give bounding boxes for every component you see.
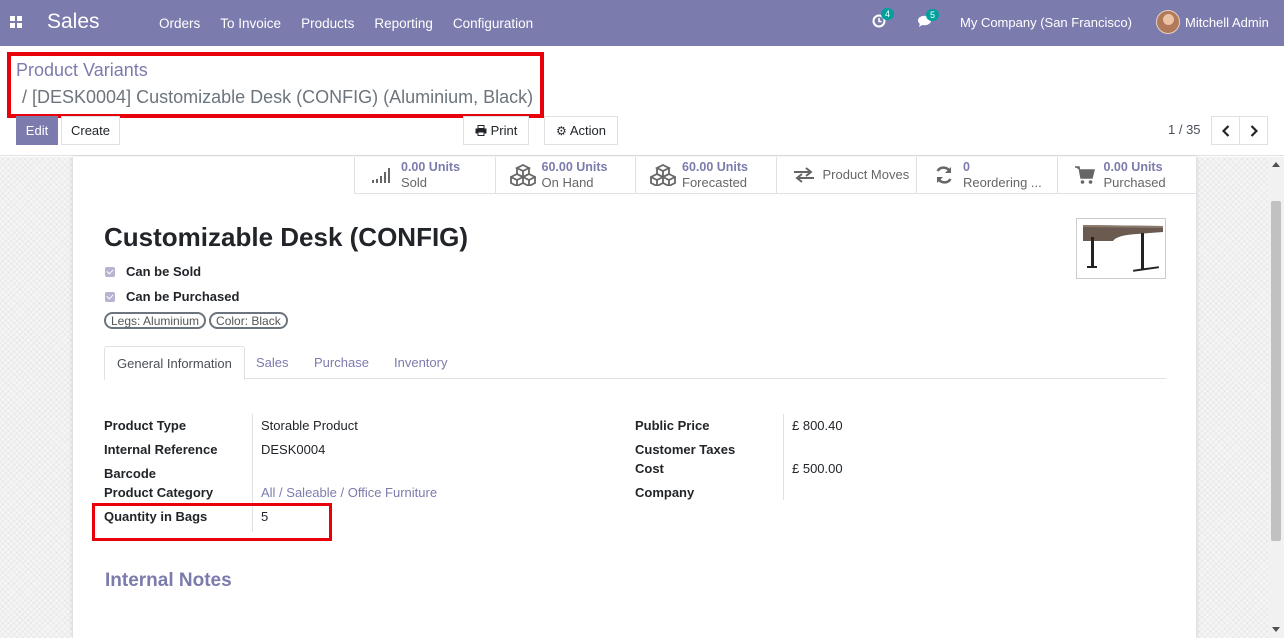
can-be-sold-checkbox[interactable] bbox=[105, 266, 115, 277]
shopping-cart-icon bbox=[1072, 164, 1098, 186]
menu-to-invoice[interactable]: To Invoice bbox=[210, 16, 291, 31]
smart-button-sold[interactable]: 0.00 Units Sold bbox=[354, 157, 495, 194]
purchased-value: 0.00 Units bbox=[1103, 160, 1163, 174]
tab-sales[interactable]: Sales bbox=[256, 346, 289, 379]
print-button[interactable]: Print bbox=[463, 116, 529, 145]
action-button[interactable]: ⚙ Action bbox=[544, 116, 618, 145]
reordering-label: Reordering ... bbox=[963, 175, 1042, 190]
cubes-icon bbox=[509, 164, 536, 186]
messages-count-badge: 5 bbox=[926, 9, 940, 21]
app-name[interactable]: Sales bbox=[47, 10, 100, 34]
product-moves-label: Product Moves bbox=[822, 167, 910, 182]
notebook-tabs: General Information Sales Purchase Inven… bbox=[104, 346, 1166, 380]
cost-label: Cost bbox=[635, 461, 664, 476]
create-button[interactable]: Create bbox=[61, 116, 120, 145]
top-navbar: Sales Orders To Invoice Products Reporti… bbox=[0, 0, 1284, 46]
scroll-thumb[interactable] bbox=[1271, 201, 1281, 541]
internal-notes-title: Internal Notes bbox=[105, 570, 232, 591]
product-image[interactable] bbox=[1076, 218, 1166, 279]
public-price-label: Public Price bbox=[635, 418, 710, 433]
chevron-right-icon bbox=[1250, 124, 1258, 137]
quantity-highlight-box bbox=[92, 503, 332, 541]
smart-button-reordering[interactable]: 0 Reordering ... bbox=[916, 157, 1057, 194]
smart-button-product-moves[interactable]: Product Moves bbox=[775, 157, 917, 194]
company-switcher[interactable]: My Company (San Francisco) bbox=[960, 15, 1132, 30]
customer-taxes-label: Customer Taxes bbox=[635, 442, 736, 457]
cost-value[interactable]: £ 500.00 bbox=[792, 461, 843, 476]
sold-label: Sold bbox=[401, 175, 428, 190]
can-be-purchased-checkbox[interactable] bbox=[105, 291, 115, 302]
smart-button-forecasted[interactable]: 60.00 Units Forecasted bbox=[635, 157, 776, 194]
smart-button-on-hand[interactable]: 60.00 Units On Hand bbox=[494, 157, 636, 194]
product-type-label: Product Type bbox=[104, 418, 187, 433]
smart-button-purchased[interactable]: 0.00 Units Purchased bbox=[1056, 157, 1198, 194]
main-menu: Orders To Invoice Products Reporting Con… bbox=[149, 0, 543, 46]
can-be-purchased-row: Can be Purchased bbox=[105, 289, 239, 304]
print-label: Print bbox=[490, 123, 518, 138]
refresh-icon bbox=[931, 164, 957, 186]
user-menu[interactable]: Mitchell Admin bbox=[1185, 15, 1269, 30]
edit-button[interactable]: Edit bbox=[16, 116, 58, 145]
on-hand-value: 60.00 Units bbox=[541, 160, 608, 174]
pager-next-button[interactable] bbox=[1239, 116, 1268, 145]
internal-reference-label: Internal Reference bbox=[104, 442, 218, 457]
tab-purchase[interactable]: Purchase bbox=[314, 346, 369, 379]
gear-icon: ⚙ bbox=[556, 123, 567, 138]
product-category-label: Product Category bbox=[104, 485, 214, 500]
can-be-sold-label: Can be Sold bbox=[126, 264, 202, 279]
tab-general-information[interactable]: General Information bbox=[104, 346, 245, 380]
right-group-separator bbox=[783, 414, 784, 500]
apps-grid-icon[interactable] bbox=[10, 16, 22, 28]
on-hand-label: On Hand bbox=[541, 175, 594, 190]
can-be-purchased-label: Can be Purchased bbox=[126, 289, 240, 304]
tag-legs: Legs: Aluminium bbox=[104, 312, 207, 329]
reordering-value: 0 bbox=[963, 160, 970, 174]
barcode-label: Barcode bbox=[104, 466, 157, 481]
print-icon bbox=[475, 125, 487, 136]
pager-previous-button[interactable] bbox=[1211, 116, 1240, 145]
exchange-icon bbox=[791, 164, 817, 186]
activity-icon[interactable]: 4 bbox=[872, 8, 895, 31]
menu-configuration[interactable]: Configuration bbox=[443, 16, 543, 31]
scrollbar[interactable] bbox=[1268, 157, 1284, 638]
user-avatar[interactable] bbox=[1156, 10, 1180, 34]
scroll-down-arrow[interactable] bbox=[1272, 627, 1280, 632]
pager-value[interactable]: 1 / 35 bbox=[1168, 122, 1201, 137]
control-panel: Product Variants / [DESK0004] Customizab… bbox=[0, 46, 1284, 156]
tag-color: Color: Black bbox=[209, 312, 288, 329]
product-name: Customizable Desk (CONFIG) bbox=[104, 222, 469, 252]
bar-chart-icon bbox=[369, 164, 395, 186]
messages-icon[interactable]: 5 bbox=[917, 9, 940, 31]
action-label: Action bbox=[569, 123, 606, 138]
forecasted-label: Forecasted bbox=[682, 175, 748, 190]
variant-tags: Legs: Aluminium Color: Black bbox=[104, 312, 291, 329]
public-price-value[interactable]: £ 800.40 bbox=[792, 418, 843, 433]
menu-products[interactable]: Products bbox=[291, 16, 364, 31]
can-be-sold-row: Can be Sold bbox=[105, 264, 201, 279]
tab-inventory[interactable]: Inventory bbox=[394, 346, 447, 379]
chevron-left-icon bbox=[1221, 124, 1229, 137]
internal-reference-value[interactable]: DESK0004 bbox=[261, 442, 325, 457]
product-type-value[interactable]: Storable Product bbox=[261, 418, 358, 433]
cubes-icon bbox=[650, 164, 676, 186]
menu-orders[interactable]: Orders bbox=[149, 16, 210, 31]
activity-count-badge: 4 bbox=[881, 8, 895, 20]
smart-button-box: 0.00 Units Sold 60.00 Units On Hand 60.0… bbox=[354, 157, 1197, 194]
menu-reporting[interactable]: Reporting bbox=[364, 16, 443, 31]
purchased-label: Purchased bbox=[1103, 175, 1166, 190]
breadcrumb-highlight-box bbox=[7, 52, 544, 118]
scroll-up-arrow[interactable] bbox=[1272, 162, 1280, 167]
product-category-value[interactable]: All / Saleable / Office Furniture bbox=[261, 485, 437, 500]
company-label: Company bbox=[635, 485, 695, 500]
sold-value: 0.00 Units bbox=[401, 160, 461, 174]
forecasted-value: 60.00 Units bbox=[682, 160, 749, 174]
